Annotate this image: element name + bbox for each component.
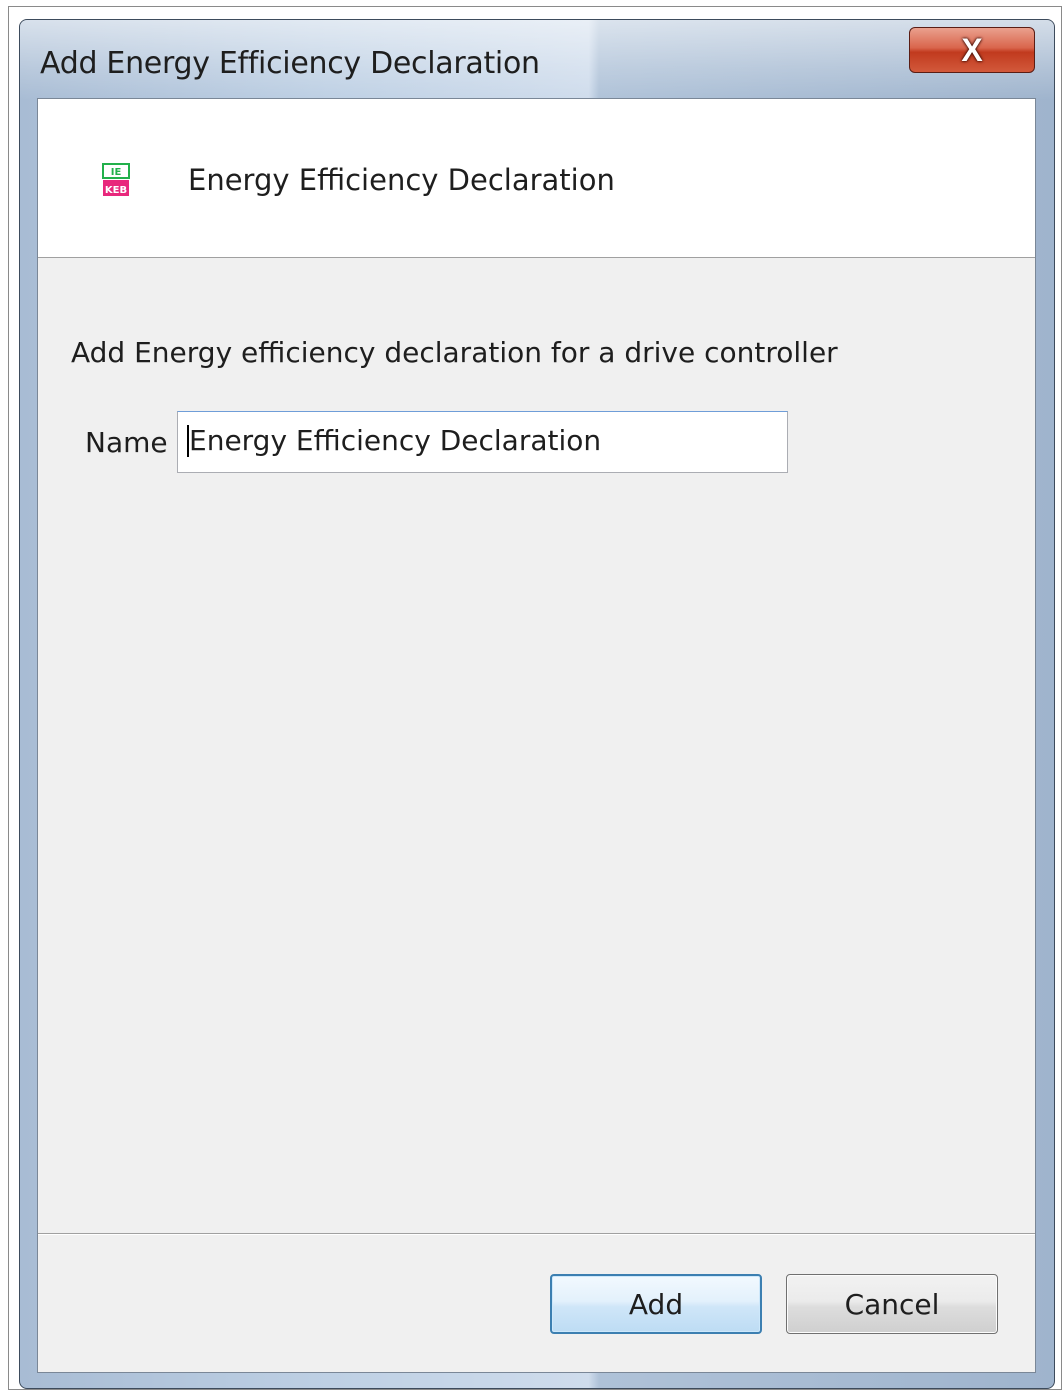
close-button[interactable]: X	[909, 27, 1035, 73]
footer-divider	[38, 1233, 1035, 1235]
add-button[interactable]: Add	[550, 1274, 762, 1334]
name-input[interactable]	[177, 411, 788, 473]
dialog-window: Add Energy Efficiency Declaration X IE K…	[19, 19, 1055, 1389]
window-title: Add Energy Efficiency Declaration	[40, 46, 540, 81]
form-description: Add Energy efficiency declaration for a …	[71, 336, 838, 369]
cancel-button[interactable]: Cancel	[786, 1274, 998, 1334]
dialog-client-area: IE KEB Energy Efficiency Declaration Add…	[37, 98, 1036, 1373]
wizard-header-panel: IE KEB Energy Efficiency Declaration	[38, 99, 1035, 258]
wizard-header-title: Energy Efficiency Declaration	[188, 163, 615, 197]
name-label: Name	[85, 426, 168, 459]
svg-text:KEB: KEB	[105, 185, 127, 196]
text-cursor	[187, 425, 189, 457]
close-icon: X	[961, 32, 983, 68]
iekeb-icon: IE KEB	[102, 163, 130, 196]
svg-text:IE: IE	[111, 167, 122, 178]
